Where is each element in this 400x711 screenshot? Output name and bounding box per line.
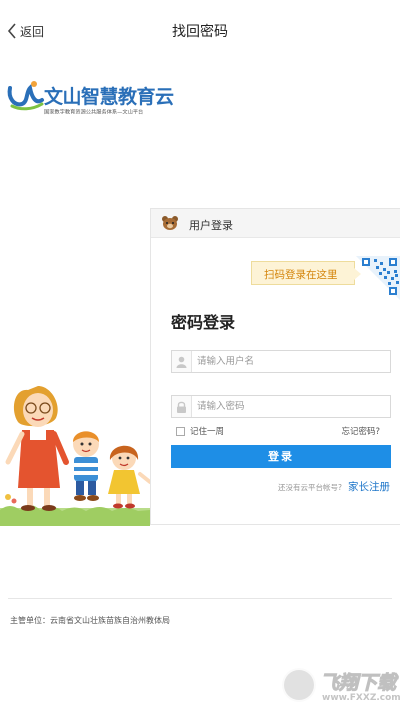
- remember-checkbox[interactable]: 记住一周: [176, 425, 224, 437]
- logo-mark-icon: [7, 81, 44, 111]
- page-title: 找回密码: [172, 24, 228, 40]
- watermark-url: www.FXXZ.com: [322, 693, 400, 703]
- user-icon: [172, 351, 192, 372]
- password-field[interactable]: [171, 395, 391, 418]
- watermark-logo-icon: [282, 668, 316, 702]
- platform-logo: 文山智慧教育云 国家数字教育资源公共服务体系—文山平台: [6, 78, 174, 122]
- children-illustration: [0, 386, 150, 526]
- login-panel-header: 用户登录: [151, 209, 400, 238]
- remember-label: 记住一周: [190, 427, 225, 437]
- bear-icon: [162, 216, 178, 230]
- checkbox-box[interactable]: [176, 426, 185, 436]
- parent-register-link[interactable]: 家长注册: [348, 479, 390, 494]
- register-prompt: 还没有云平台帐号? 家长注册: [278, 479, 390, 494]
- login-panel-title: 用户登录: [189, 219, 233, 232]
- watermark-title: 飞翔下载: [319, 672, 397, 695]
- login-panel: 用户登录 扫码登录在这里 密码登录 请输入用户名 记住一周 忘记密码? 登录 还…: [150, 208, 400, 525]
- password-input[interactable]: [197, 398, 387, 415]
- qr-code-icon[interactable]: [354, 254, 400, 301]
- login-button[interactable]: 登录: [171, 445, 391, 468]
- username-input[interactable]: [197, 353, 387, 370]
- register-question: 还没有云平台帐号?: [278, 483, 342, 492]
- forgot-password-link[interactable]: 忘记密码?: [341, 425, 380, 437]
- footer-divider: [8, 598, 392, 599]
- lock-icon: [172, 396, 192, 417]
- logo-subtitle: 国家数字教育资源公共服务体系—文山平台: [44, 109, 144, 116]
- footer-text: 主管单位：云南省文山壮族苗族自治州教体局: [10, 616, 170, 625]
- nav-bar: 返回 找回密码: [0, 0, 400, 58]
- logo-name: 文山智慧教育云: [44, 86, 174, 108]
- password-login-title: 密码登录: [171, 313, 236, 332]
- site-watermark: 飞翔下载 www.FXXZ.com: [282, 666, 400, 708]
- qr-login-tip-label: 扫码登录在这里: [264, 269, 338, 281]
- username-field[interactable]: [171, 350, 391, 373]
- qr-login-tip[interactable]: 扫码登录在这里: [251, 261, 361, 285]
